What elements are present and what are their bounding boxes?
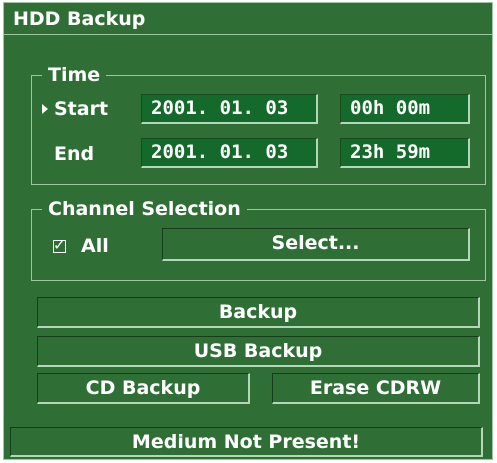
selection-arrow-icon [42,104,48,114]
title-divider [4,34,492,35]
end-label: End [54,143,95,165]
checkmark-icon: ✓ [53,236,66,254]
window-title: HDD Backup [13,8,146,30]
status-message: Medium Not Present! [10,427,483,457]
erase-cdrw-button[interactable]: Erase CDRW [272,373,480,404]
select-channels-button[interactable]: Select... [162,228,470,261]
time-legend: Time [42,63,107,87]
usb-backup-button[interactable]: USB Backup [37,336,480,367]
start-label: Start [54,98,109,120]
end-time-field[interactable]: 23h 59m [340,138,470,168]
cd-backup-button[interactable]: CD Backup [37,373,250,404]
all-channels-label: All [81,235,109,257]
all-channels-checkbox[interactable]: ✓ [53,236,66,254]
start-time-field[interactable]: 00h 00m [340,94,470,124]
backup-button[interactable]: Backup [37,297,480,328]
channel-selection-legend: Channel Selection [42,197,247,221]
start-date-field[interactable]: 2001. 01. 03 [141,94,318,124]
end-date-field[interactable]: 2001. 01. 03 [141,138,318,168]
time-group: Time [31,63,486,185]
hdd-backup-window: HDD Backup Time Start 2001. 01. 03 00h 0… [3,2,493,460]
